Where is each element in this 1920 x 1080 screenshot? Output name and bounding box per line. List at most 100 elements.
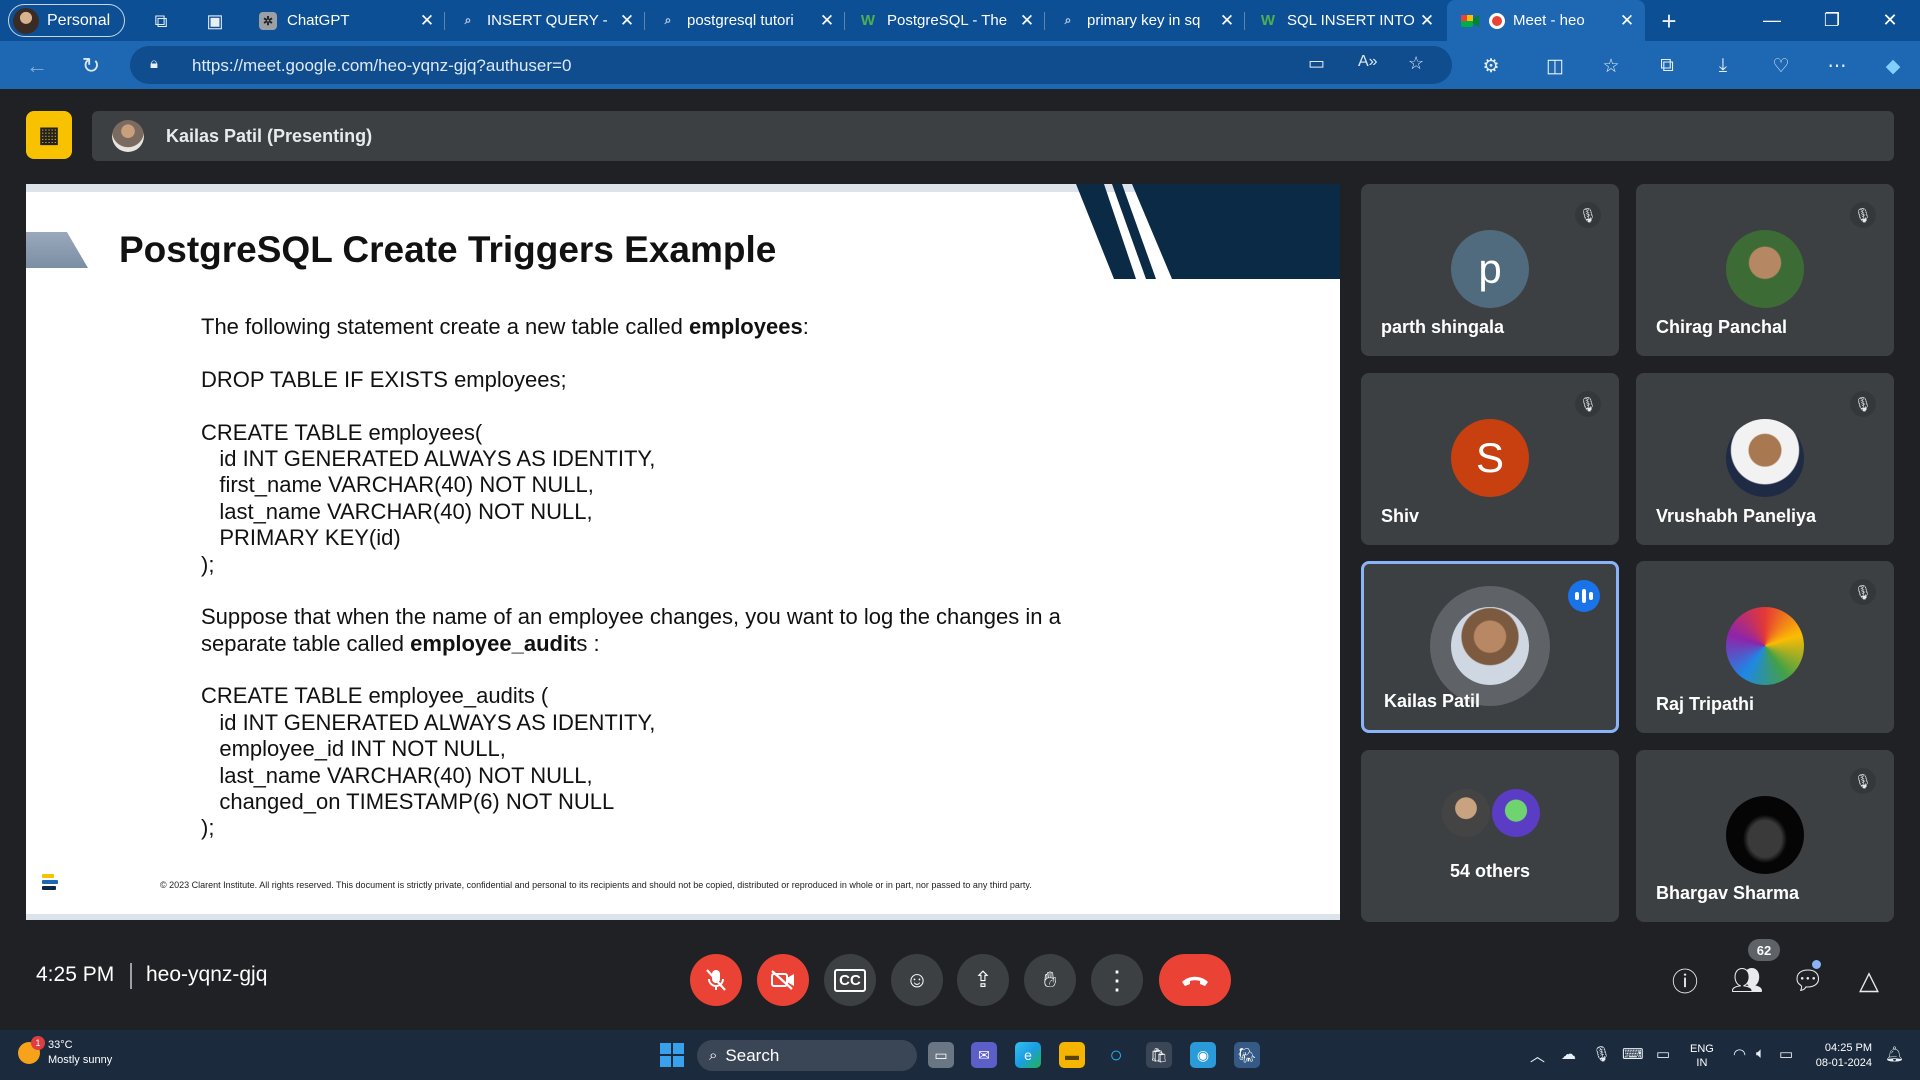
collections-icon[interactable]: ⧉ (1652, 53, 1682, 79)
mic-off-button[interactable] (690, 954, 742, 1006)
region-code: IN (1696, 1057, 1708, 1069)
back-icon[interactable]: ← (22, 51, 52, 81)
speaking-indicator-icon (1568, 580, 1600, 612)
close-tab-icon[interactable]: ✕ (1415, 11, 1439, 31)
people-icon[interactable]: 👥︎ (1730, 963, 1764, 997)
mic-off-icon: 🎙︎ (1575, 202, 1601, 228)
file-explorer-icon[interactable]: ▬ (1059, 1042, 1085, 1068)
participant-tile-bhargav[interactable]: 🎙︎ Bhargav Sharma (1636, 750, 1894, 922)
browser-essentials-icon[interactable]: ♡ (1766, 53, 1796, 79)
profile-button[interactable]: Personal (8, 4, 126, 37)
camera-icon[interactable]: ▭ (1308, 53, 1325, 74)
favorites-icon[interactable]: ☆ (1596, 53, 1626, 79)
refresh-icon[interactable]: ↻ (76, 51, 106, 81)
restore-icon[interactable]: ❐ (1802, 0, 1862, 41)
cortana-icon[interactable]: ○ (1103, 1042, 1129, 1068)
language-indicator[interactable]: ENG IN (1690, 1042, 1714, 1070)
mic-off-icon: 🎙︎ (1575, 391, 1601, 417)
downloads-icon[interactable]: ⤓ (1708, 53, 1738, 79)
tab-insert-query[interactable]: ⌕ INSERT QUERY - ✕ (445, 0, 645, 41)
present-button[interactable]: ⇪ (957, 954, 1009, 1006)
tab-postgresql-tutorial[interactable]: ⌕ postgresql tutori ✕ (645, 0, 845, 41)
tab-title: ChatGPT (287, 12, 350, 29)
close-window-icon[interactable]: ✕ (1860, 0, 1920, 41)
code-line: id INT GENERATED ALWAYS AS IDENTITY, (201, 445, 656, 471)
meeting-info-icon[interactable]: ⓘ (1668, 963, 1702, 997)
url-text[interactable]: https://meet.google.com/heo-yqnz-gjq?aut… (192, 56, 571, 76)
chrome-icon[interactable]: ◉ (1190, 1042, 1216, 1068)
edge-icon[interactable]: e (1015, 1042, 1041, 1068)
slide-body: The following statement create a new tab… (201, 314, 1261, 842)
teams-chat-icon[interactable]: ✉ (971, 1042, 997, 1068)
task-view-icon[interactable]: ▭ (928, 1042, 954, 1068)
language-code: ENG (1690, 1043, 1714, 1055)
participant-tile-others[interactable]: 54 others (1361, 750, 1619, 922)
favorite-star-icon[interactable]: ☆ (1408, 53, 1424, 74)
tab-primary-key[interactable]: ⌕ primary key in sq ✕ (1045, 0, 1245, 41)
postgres-icon[interactable]: 🐘︎ (1234, 1042, 1260, 1068)
more-vert-icon: ⋮ (1104, 964, 1130, 995)
keyboard-icon[interactable]: ⌨ (1622, 1045, 1644, 1063)
chat-unread-dot (1812, 960, 1821, 969)
minimize-icon[interactable]: — (1742, 0, 1802, 41)
slide-logo (42, 874, 58, 896)
microphone-icon[interactable]: 🎙︎ (1592, 1045, 1611, 1063)
participant-tile-raj[interactable]: 🎙︎ Raj Tripathi (1636, 561, 1894, 733)
tab-actions-icon[interactable]: ▣ (202, 8, 228, 34)
extensions-icon[interactable]: ⚙ (1476, 53, 1506, 79)
search-icon: ⌕ (709, 1047, 718, 1064)
raise-hand-button[interactable]: ✋︎ (1024, 954, 1076, 1006)
show-hidden-icons[interactable]: ︿ (1530, 1045, 1545, 1066)
read-aloud-icon[interactable]: A» (1358, 53, 1378, 71)
weather-widget[interactable]: 1 33°C Mostly sunny (18, 1036, 112, 1068)
workspaces-icon[interactable]: ⧉ (148, 8, 174, 34)
tab-sql-insert-into[interactable]: W SQL INSERT INTO ✕ (1245, 0, 1445, 41)
close-tab-icon[interactable]: ✕ (1615, 11, 1639, 31)
participant-tile-chirag[interactable]: 🎙︎ Chirag Panchal (1636, 184, 1894, 356)
participant-tile-parth[interactable]: 🎙︎ p parth shingala (1361, 184, 1619, 356)
w-icon: W (1260, 12, 1276, 29)
participant-tile-shiv[interactable]: 🎙︎ S Shiv (1361, 373, 1619, 545)
participant-tile-vrushabh[interactable]: 🎙︎ Vrushabh Paneliya (1636, 373, 1894, 545)
close-tab-icon[interactable]: ✕ (815, 11, 839, 31)
display-icon[interactable]: ▭ (1656, 1045, 1670, 1063)
emoji-icon: ☺ (905, 967, 929, 992)
store-icon[interactable]: 🛍︎ (1146, 1042, 1172, 1068)
slide-footer: © 2023 Clarent Institute. All rights res… (160, 880, 1032, 890)
mic-off-icon: 🎙︎ (1850, 579, 1876, 605)
address-bar[interactable]: 🔒︎ https://meet.google.com/heo-yqnz-gjq?… (130, 46, 1452, 84)
onedrive-icon[interactable]: ☁ (1561, 1045, 1576, 1063)
tab-meet[interactable]: Meet - heo ✕ (1447, 0, 1645, 41)
start-button[interactable] (660, 1043, 684, 1067)
participant-name: Bhargav Sharma (1656, 883, 1800, 903)
captions-button[interactable]: CC (824, 954, 876, 1006)
more-options-button[interactable]: ⋮ (1091, 954, 1143, 1006)
notifications-icon[interactable]: 🔔︎ (1885, 1045, 1904, 1063)
taskbar-search[interactable]: ⌕ Search (697, 1040, 917, 1071)
battery-icon[interactable]: ▭ (1779, 1045, 1793, 1063)
new-tab-icon[interactable]: + (1656, 6, 1682, 36)
camera-off-button[interactable] (757, 954, 809, 1006)
tab-chatgpt[interactable]: ✲ ChatGPT ✕ (245, 0, 445, 41)
reactions-button[interactable]: ☺ (891, 954, 943, 1006)
participant-tile-kailas[interactable]: Kailas Patil (1361, 561, 1619, 733)
more-menu-icon[interactable]: ⋯ (1822, 53, 1852, 79)
search-icon: ⌕ (464, 13, 472, 27)
presentation-icon[interactable]: ▦ (26, 111, 72, 159)
chat-icon[interactable]: 💬︎ (1791, 963, 1825, 997)
close-tab-icon[interactable]: ✕ (1015, 11, 1039, 31)
tab-postgresql-the[interactable]: W PostgreSQL - The ✕ (845, 0, 1045, 41)
copilot-icon[interactable]: ◆ (1878, 53, 1908, 79)
close-tab-icon[interactable]: ✕ (615, 11, 639, 31)
wifi-icon[interactable]: ◠ (1733, 1045, 1746, 1063)
taskbar-clock[interactable]: 04:25 PM 08-01-2024 (1812, 1041, 1872, 1071)
split-screen-icon[interactable]: ◫ (1540, 53, 1570, 79)
volume-icon[interactable]: 🔈︎ (1756, 1045, 1765, 1062)
activities-icon[interactable]: △ (1852, 963, 1886, 997)
avatar (1726, 796, 1804, 874)
avatar (1442, 789, 1490, 837)
close-tab-icon[interactable]: ✕ (415, 11, 439, 31)
close-tab-icon[interactable]: ✕ (1215, 11, 1239, 31)
leave-call-button[interactable] (1159, 954, 1231, 1006)
avatar (1726, 230, 1804, 308)
